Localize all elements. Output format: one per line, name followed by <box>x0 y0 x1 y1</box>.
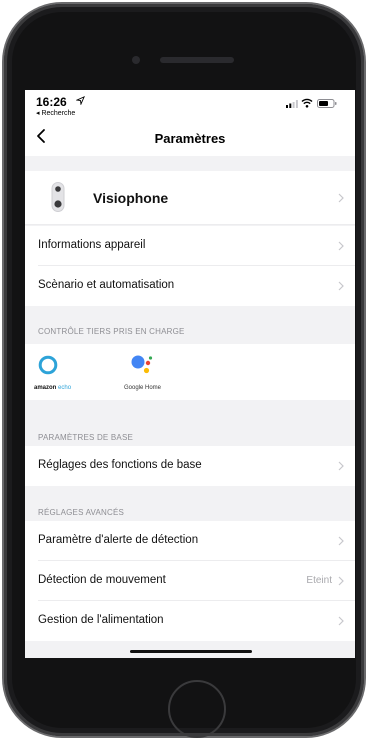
app-screen: 16:26 ◂ Recherche Paramètres Visiophone … <box>25 90 355 658</box>
earpiece-speaker <box>160 57 234 63</box>
chevron-right-icon <box>338 281 344 291</box>
home-indicator[interactable] <box>130 650 252 653</box>
navigation-bar: Paramètres <box>25 118 355 156</box>
row-label: Détection de mouvement <box>38 574 166 586</box>
amazon-echo-label: amazon echo <box>34 385 71 391</box>
device-name: Visiophone <box>93 190 169 206</box>
battery-icon <box>317 99 337 108</box>
basic-functions-row[interactable]: Réglages des fonctions de base <box>25 446 355 486</box>
chevron-right-icon <box>338 536 344 546</box>
location-arrow-icon <box>76 96 85 105</box>
doorbell-camera-icon <box>51 182 65 212</box>
detection-alert-row[interactable]: Paramètre d'alerte de détection <box>25 521 355 561</box>
third-party-integrations: amazon echo Google Home <box>25 344 355 400</box>
chevron-right-icon <box>338 576 344 586</box>
wifi-icon <box>301 98 313 108</box>
status-back-to-app-link[interactable]: ◂ Recherche <box>36 109 75 117</box>
chevron-right-icon <box>338 616 344 626</box>
home-button[interactable] <box>168 680 226 738</box>
device-header-row[interactable]: Visiophone <box>25 171 355 225</box>
cellular-signal-icon <box>286 100 298 108</box>
row-label: Scènario et automatisation <box>38 279 175 291</box>
amazon-brand-text: amazon <box>34 385 57 391</box>
section-header-basic: PARAMÈTRES DE BASE <box>38 433 134 442</box>
google-home-label: Google Home <box>124 385 162 391</box>
chevron-right-icon <box>338 461 344 471</box>
power-management-row[interactable]: Gestion de l'alimentation <box>25 601 355 641</box>
front-camera <box>132 56 140 64</box>
alexa-ring-icon[interactable] <box>38 355 58 375</box>
motion-detection-row[interactable]: Détection de mouvement Eteint <box>25 561 355 601</box>
chevron-right-icon <box>338 193 344 203</box>
row-label: Réglages des fonctions de base <box>38 459 202 471</box>
status-time: 16:26 <box>36 95 67 109</box>
motion-detection-status: Eteint <box>306 575 332 586</box>
row-label: Informations appareil <box>38 239 146 251</box>
echo-product-text: echo <box>58 385 72 391</box>
section-header-third-party: CONTRÔLE TIERS PRIS EN CHARGE <box>38 327 185 336</box>
page-title: Paramètres <box>154 131 226 146</box>
google-assistant-icon[interactable] <box>130 353 154 377</box>
section-header-advanced: RÉGLAGES AVANCÉS <box>38 508 125 517</box>
device-info-row[interactable]: Informations appareil <box>25 226 355 266</box>
status-bar: 16:26 ◂ Recherche <box>25 90 355 118</box>
row-label: Paramètre d'alerte de détection <box>38 534 199 546</box>
chevron-right-icon <box>338 241 344 251</box>
scenario-automation-row[interactable]: Scènario et automatisation <box>25 266 355 306</box>
row-label: Gestion de l'alimentation <box>38 614 164 626</box>
